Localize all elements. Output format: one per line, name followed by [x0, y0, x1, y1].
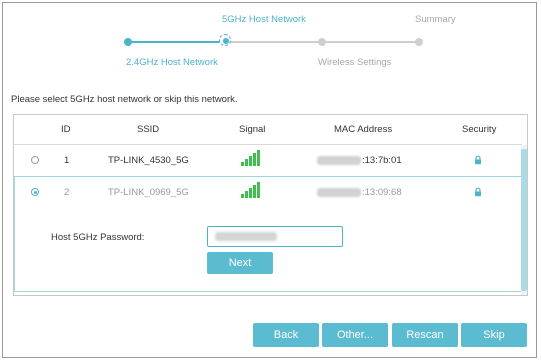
step-label-2-4ghz: 2.4GHz Host Network [126, 57, 218, 68]
other-button[interactable]: Other... [322, 323, 388, 347]
lock-icon [475, 187, 481, 197]
lock-icon [475, 155, 481, 165]
row-1-mac-suffix: :13:7b:01 [362, 155, 402, 166]
scrollbar-thumb[interactable] [521, 149, 527, 291]
password-redaction [215, 232, 277, 241]
row-2-mac-suffix: :13:09:68 [362, 187, 402, 198]
row-2-ssid: TP-LINK_0969_5G [108, 187, 189, 198]
column-header-security: Security [462, 124, 497, 135]
signal-strength-icon [241, 150, 263, 166]
rescan-button[interactable]: Rescan [392, 323, 458, 347]
row-2-mac: :13:09:68 [317, 187, 402, 198]
column-header-ssid: SSID [137, 124, 160, 135]
stepper-line-done [128, 41, 226, 43]
header-divider [14, 144, 522, 145]
next-button[interactable]: Next [207, 252, 273, 274]
instruction-text: Please select 5GHz host network or skip … [11, 94, 238, 105]
password-label: Host 5GHz Password: [51, 232, 145, 243]
step-dot-wireless-settings [318, 38, 326, 46]
signal-strength-icon [241, 182, 263, 198]
row-1-mac: :13:7b:01 [317, 155, 402, 166]
row-1-radio[interactable] [31, 156, 39, 164]
step-dot-2-4ghz [124, 38, 132, 46]
step-label-wireless-settings: Wireless Settings [318, 57, 392, 68]
step-label-summary: Summary [415, 14, 456, 25]
network-table: ID SSID Signal MAC Address Security 1 TP… [13, 114, 528, 296]
step-dot-summary [415, 38, 423, 46]
column-header-mac: MAC Address [334, 124, 393, 135]
column-header-signal: Signal [239, 124, 266, 135]
mac-redaction [317, 155, 361, 165]
column-header-id: ID [61, 124, 71, 135]
step-dot-5ghz-inner [223, 38, 229, 44]
step-label-5ghz: 5GHz Host Network [222, 14, 306, 25]
row-1-ssid: TP-LINK_4530_5G [108, 155, 189, 166]
mac-redaction [317, 187, 361, 197]
row-2-id: 2 [64, 187, 70, 198]
row-1-id: 1 [64, 155, 70, 166]
back-button[interactable]: Back [253, 323, 319, 347]
row-2-radio[interactable] [31, 188, 39, 196]
skip-button[interactable]: Skip [461, 323, 527, 347]
